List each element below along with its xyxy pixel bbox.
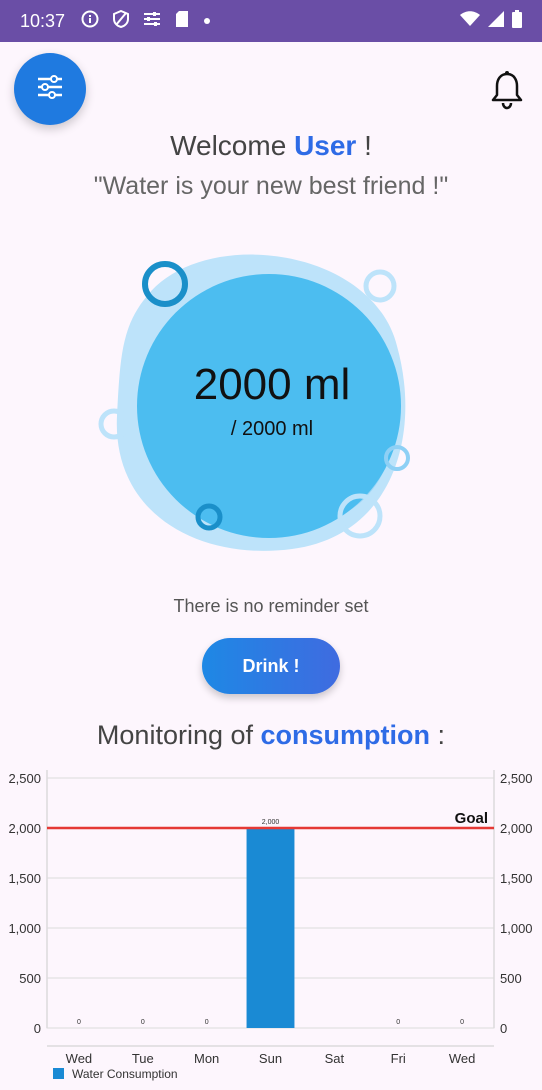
chart-ytick-right: 1,000	[500, 921, 533, 936]
chart-xtick: Tue	[132, 1051, 154, 1066]
chart-ytick-left: 2,500	[8, 771, 41, 786]
chart-ytick-left: 500	[19, 971, 41, 986]
welcome-suffix: !	[364, 130, 372, 161]
consumption-chart: 0 0 500 500 1,000 1,000 1,500 1,500 2,000 2,000 2,…	[8, 770, 533, 1081]
signal-icon	[488, 10, 504, 32]
chart-xtick: Mon	[194, 1051, 219, 1066]
battery-icon	[512, 9, 522, 33]
chart-xtick: Sat	[325, 1051, 345, 1066]
chart-goal-label: Goal	[455, 810, 488, 827]
welcome-heading: Welcome User !	[0, 130, 542, 162]
bell-icon	[490, 71, 524, 114]
chart-ytick-right: 1,500	[500, 871, 533, 886]
chart-ytick-left: 1,000	[8, 921, 41, 936]
drink-button[interactable]: Drink !	[202, 638, 340, 694]
chart-ytick-right: 2,000	[500, 821, 533, 836]
chart-data-label: 0	[396, 1019, 400, 1026]
sd-card-icon	[175, 10, 189, 33]
chart-ytick-right: 2,500	[500, 771, 533, 786]
monitor-highlight: consumption	[260, 720, 431, 750]
chart-data-label: 2,000	[262, 819, 280, 826]
settings-sliders-icon	[36, 74, 64, 104]
reminder-status: There is no reminder set	[173, 596, 369, 616]
menu-button[interactable]	[14, 53, 86, 125]
water-amount: 2000 ml	[193, 360, 351, 409]
chart-ytick-right: 0	[500, 1021, 507, 1036]
welcome-prefix: Welcome	[170, 130, 287, 161]
chart-xtick: Sun	[259, 1051, 282, 1066]
monitoring-heading: Monitoring of consumption :	[0, 720, 542, 751]
chart-data-label: 0	[205, 1019, 209, 1026]
chart-data-label: 0	[77, 1019, 81, 1026]
chart-data-label: 0	[460, 1019, 464, 1026]
shield-icon	[113, 9, 130, 33]
info-icon	[81, 10, 99, 33]
chart-ytick-right: 500	[500, 971, 522, 986]
motivational-quote: "Water is your new best friend !"	[93, 172, 449, 200]
chart-data-label: 0	[141, 1019, 145, 1026]
chart-xtick: Fri	[391, 1051, 406, 1066]
water-goal: / 2000 ml	[230, 418, 314, 440]
legend-swatch	[53, 1068, 64, 1079]
chart-ytick-left: 0	[34, 1021, 41, 1036]
chart-ytick-left: 1,500	[8, 871, 41, 886]
monitor-suffix: :	[437, 720, 446, 750]
chart-xtick: Wed	[449, 1051, 476, 1066]
wifi-icon	[460, 10, 480, 32]
chart-xtick: Wed	[66, 1051, 93, 1066]
status-bar: 10:37	[0, 0, 542, 42]
user-name: User	[294, 130, 357, 161]
legend-label: Water Consumption	[72, 1067, 178, 1081]
status-time: 10:37	[20, 10, 66, 31]
monitor-prefix: Monitoring of	[96, 720, 254, 750]
notification-button[interactable]	[490, 70, 524, 110]
chart-ytick-left: 2,000	[8, 821, 41, 836]
dot-icon	[203, 12, 211, 30]
chart-bar	[246, 828, 295, 1028]
sliders-icon	[143, 11, 161, 32]
